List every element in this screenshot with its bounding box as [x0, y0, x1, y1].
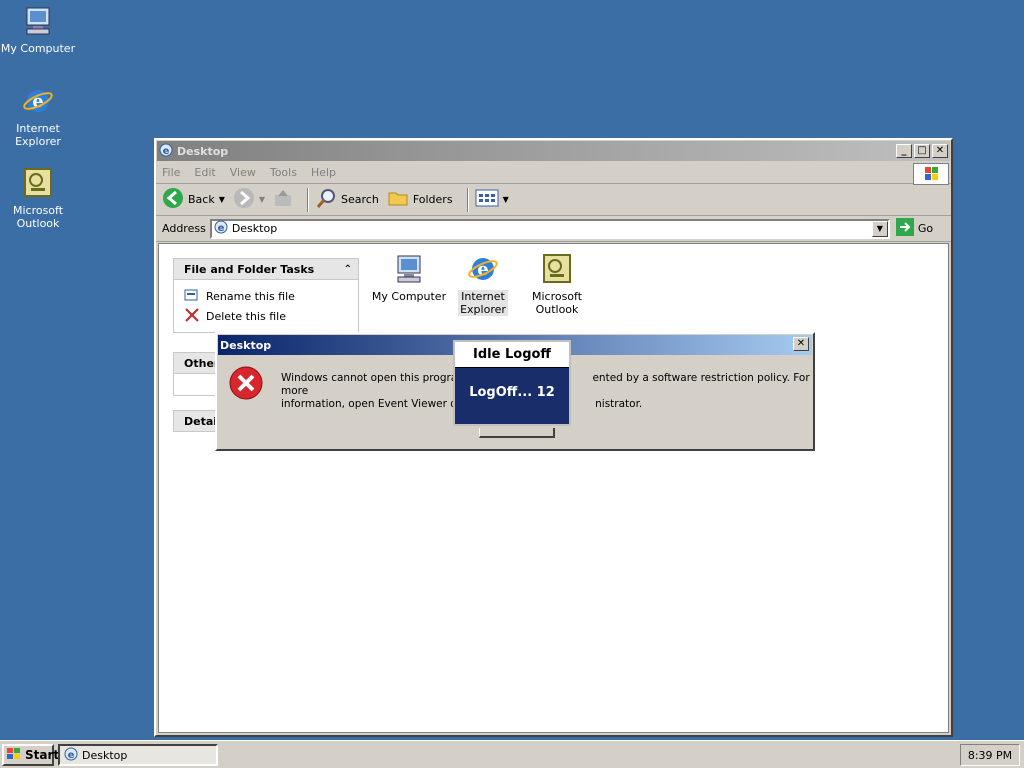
ie-page-icon: e	[64, 747, 78, 764]
windows-flag-icon	[6, 747, 22, 764]
message-line-2a: information, open Event Viewer or c	[281, 398, 471, 410]
svg-text:e: e	[163, 146, 170, 157]
folder-content: File and Folder Tasks ⌃ Rename this file…	[158, 243, 949, 733]
desktop-icon-label-2: Explorer	[15, 135, 61, 148]
start-button[interactable]: Start	[2, 744, 59, 766]
window-title: Desktop	[177, 144, 229, 158]
file-item-label-2: Explorer	[460, 303, 506, 316]
taskbar-button-desktop[interactable]: e Desktop	[58, 744, 218, 766]
menu-help[interactable]: Help	[311, 166, 336, 179]
file-item-label: Microsoft	[531, 290, 583, 303]
ie-icon: e	[466, 252, 500, 286]
taskbar: Start e Desktop 8:39 PM	[0, 740, 1024, 768]
toolbar-separator	[307, 187, 310, 212]
folders-label: Folders	[412, 193, 453, 206]
folders-icon	[387, 187, 409, 212]
up-button[interactable]	[273, 188, 293, 211]
go-button[interactable]: Go	[895, 218, 934, 239]
ie-page-icon: e	[214, 220, 228, 237]
message-line-2b: nistrator.	[595, 398, 643, 410]
file-item-my-computer[interactable]: My Computer	[369, 252, 449, 303]
svg-text:e: e	[217, 223, 224, 234]
views-button[interactable]: ▼	[475, 188, 509, 211]
search-label: Search	[341, 193, 379, 206]
go-label: Go	[917, 222, 934, 235]
desktop-icon-outlook[interactable]: Microsoft Outlook	[0, 166, 76, 230]
address-bar: Address e Desktop ▼ Go	[156, 216, 951, 242]
panel-title: File and Folder Tasks	[184, 262, 315, 276]
desktop-icon-label-2: Outlook	[16, 217, 60, 230]
delete-x-icon	[184, 307, 200, 326]
toolbar-separator	[466, 187, 469, 212]
desktop-icon-label: My Computer	[0, 42, 76, 55]
ie-icon: e	[21, 84, 55, 118]
rename-icon	[184, 287, 200, 306]
menu-tools[interactable]: Tools	[270, 166, 297, 179]
folders-button[interactable]: Folders	[387, 187, 453, 212]
delete-file-task[interactable]: Delete this file	[184, 306, 348, 326]
task-label: Rename this file	[206, 289, 295, 303]
idle-logoff-title: Idle Logoff	[455, 342, 569, 368]
file-item-internet-explorer[interactable]: e Internet Explorer	[443, 252, 523, 316]
ok-button[interactable]	[479, 428, 555, 438]
svg-text:e: e	[68, 750, 75, 761]
dialog-title: Desktop	[220, 338, 272, 352]
window-titlebar[interactable]: e Desktop _ □ ✕	[157, 141, 950, 161]
menubar: File Edit View Tools Help	[156, 162, 951, 185]
forward-arrow-icon	[233, 187, 255, 212]
back-arrow-icon	[162, 187, 184, 212]
address-dropdown-button[interactable]: ▼	[871, 220, 888, 237]
start-label: Start	[25, 748, 60, 762]
chevron-down-icon[interactable]: ▼	[219, 195, 225, 204]
back-button[interactable]: Back ▼	[162, 187, 225, 212]
back-label: Back	[188, 193, 215, 206]
taskbar-button-label: Desktop	[82, 748, 128, 762]
chevron-down-icon[interactable]: ▼	[259, 195, 265, 204]
rename-file-task[interactable]: Rename this file	[184, 286, 348, 306]
error-icon	[229, 366, 263, 403]
system-clock: 8:39 PM	[960, 744, 1020, 766]
outlook-icon	[21, 166, 55, 200]
my-computer-icon	[392, 252, 426, 286]
task-label: Delete this file	[206, 309, 286, 323]
outlook-icon	[540, 252, 574, 286]
maximize-button[interactable]: □	[914, 144, 930, 158]
folder-ie-icon: e	[159, 143, 173, 160]
go-arrow-icon	[895, 218, 914, 239]
chevron-down-icon[interactable]: ▼	[503, 195, 509, 204]
search-button[interactable]: Search	[315, 187, 379, 212]
folder-up-icon	[273, 188, 293, 211]
file-folder-tasks-panel: File and Folder Tasks ⌃ Rename this file…	[173, 258, 359, 333]
idle-logoff-popup: Idle Logoff LogOff... 12	[453, 340, 571, 426]
toolbar: Back ▼ ▼ Search Folders ▼	[156, 184, 951, 216]
desktop-icon-internet-explorer[interactable]: e Internet Explorer	[0, 84, 76, 148]
desktop-icon-label: Internet	[16, 122, 60, 135]
logoff-countdown: LogOff... 12	[469, 385, 555, 400]
close-button[interactable]: ✕	[932, 144, 948, 158]
file-item-label: Internet	[461, 290, 505, 303]
file-item-label: My Computer	[371, 290, 447, 303]
dialog-close-button[interactable]: ✕	[793, 337, 809, 351]
collapse-chevron-icon[interactable]: ⌃	[344, 264, 352, 275]
menu-view[interactable]: View	[230, 166, 256, 179]
forward-button[interactable]: ▼	[233, 187, 265, 212]
address-input[interactable]: e Desktop ▼	[209, 218, 890, 239]
panel-header[interactable]: File and Folder Tasks ⌃	[173, 258, 359, 280]
address-label: Address	[162, 222, 206, 235]
desktop-icon-label: Microsoft	[12, 204, 64, 217]
menu-edit[interactable]: Edit	[194, 166, 215, 179]
file-item-outlook[interactable]: Microsoft Outlook	[517, 252, 597, 316]
address-value: Desktop	[231, 222, 278, 235]
menu-file[interactable]: File	[162, 166, 180, 179]
windows-logo-icon	[913, 163, 949, 185]
my-computer-icon	[21, 4, 55, 38]
file-item-label-2: Outlook	[535, 303, 579, 316]
search-icon	[315, 187, 337, 212]
minimize-button[interactable]: _	[896, 144, 912, 158]
message-line-1a: Windows cannot open this program	[281, 372, 468, 384]
views-icon	[475, 188, 499, 211]
desktop-icon-my-computer[interactable]: My Computer	[0, 4, 76, 55]
